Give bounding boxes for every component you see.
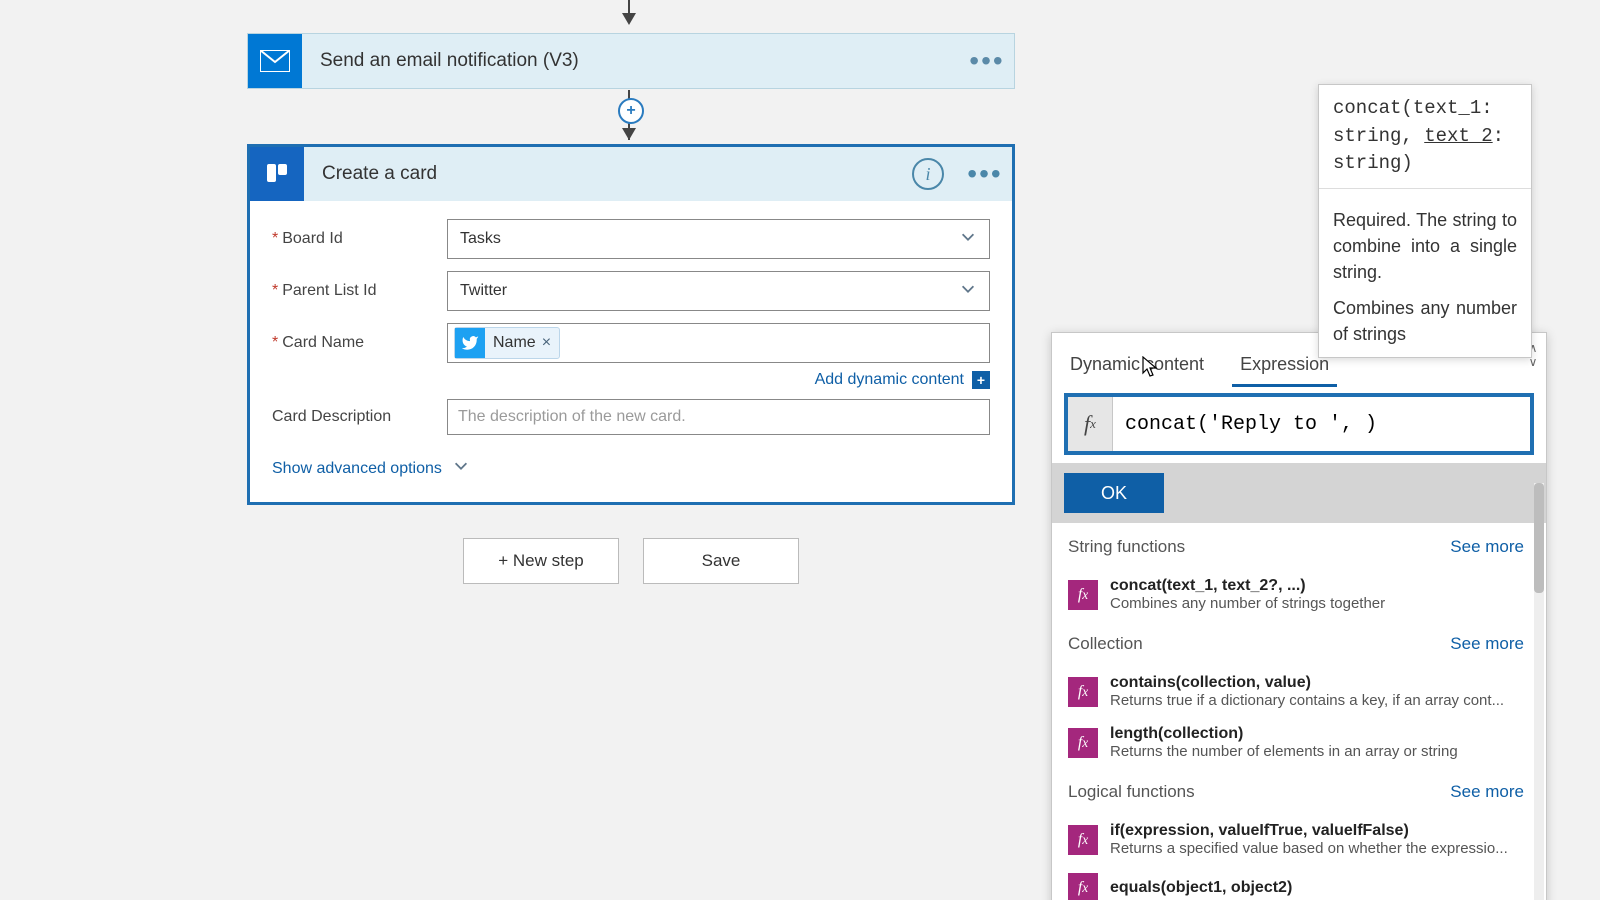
fx-icon: fx xyxy=(1068,580,1098,610)
ok-button[interactable]: OK xyxy=(1064,473,1164,513)
step-trello-card: Create a card i ••• *Board Id Tasks *Par… xyxy=(247,144,1015,505)
panel-scrollbar-track[interactable] xyxy=(1534,483,1544,900)
new-step-button[interactable]: + New step xyxy=(463,538,619,584)
function-signature: equals(object1, object2) xyxy=(1110,879,1292,897)
function-category-header: Logical functions See more xyxy=(1052,768,1546,814)
email-more-icon[interactable]: ••• xyxy=(960,34,1014,88)
trello-card-header[interactable]: Create a card i ••• xyxy=(250,147,1012,201)
function-item[interactable]: fx concat(text_1, text_2?, ...)Combines a… xyxy=(1052,569,1546,620)
tab-dynamic-content[interactable]: Dynamic content xyxy=(1052,340,1222,385)
parent-list-id-value: Twitter xyxy=(460,282,507,300)
card-description-label: Card Description xyxy=(272,408,447,426)
function-category-header: Collection See more xyxy=(1052,620,1546,666)
function-list[interactable]: String functions See more fx concat(text_1,… xyxy=(1052,523,1546,900)
token-remove-icon[interactable]: × xyxy=(542,334,551,352)
tooltip-param-desc: Required. The string to combine into a s… xyxy=(1319,189,1531,295)
function-item[interactable]: fx length(collection)Returns the number o… xyxy=(1052,717,1546,768)
category-name: String functions xyxy=(1068,537,1185,557)
save-button[interactable]: Save xyxy=(643,538,799,584)
info-icon[interactable]: i xyxy=(912,158,944,190)
expression-input-row: fx xyxy=(1064,393,1534,455)
board-id-label: *Board Id xyxy=(272,230,447,248)
mail-icon xyxy=(248,34,302,88)
panel-scrollbar-thumb[interactable] xyxy=(1534,483,1544,593)
function-category-header: String functions See more xyxy=(1052,523,1546,569)
dynamic-token-name[interactable]: Name × xyxy=(454,327,560,359)
show-advanced-options[interactable]: Show advanced options xyxy=(272,447,990,492)
step-trello-title: Create a card xyxy=(304,163,912,185)
see-more-link[interactable]: See more xyxy=(1450,537,1524,557)
chevron-down-icon xyxy=(959,228,977,251)
function-text: contains(collection, value)Returns true … xyxy=(1110,674,1504,709)
fx-icon: fx xyxy=(1068,677,1098,707)
function-description: Returns the number of elements in an arr… xyxy=(1110,743,1458,760)
trello-card-body: *Board Id Tasks *Parent List Id Twitter … xyxy=(250,201,1012,502)
function-item[interactable]: fx equals(object1, object2) xyxy=(1052,865,1546,900)
flow-footer-buttons: + New step Save xyxy=(247,538,1015,584)
fx-icon: fx xyxy=(1068,825,1098,855)
function-signature-tooltip: concat(text_1: string, text_2: string) R… xyxy=(1318,84,1532,358)
chevron-down-icon xyxy=(959,280,977,303)
fx-icon: fx xyxy=(1068,873,1098,900)
expression-input[interactable] xyxy=(1113,397,1530,451)
flow-arrow-in xyxy=(628,0,630,20)
function-item[interactable]: fx contains(collection, value)Returns tru… xyxy=(1052,666,1546,717)
add-dynamic-content-link[interactable]: Add dynamic content xyxy=(815,371,964,389)
trello-more-icon[interactable]: ••• xyxy=(958,147,1012,201)
card-name-input[interactable]: Name × xyxy=(447,323,990,363)
trello-icon xyxy=(250,147,304,201)
function-text: length(collection)Returns the number of … xyxy=(1110,725,1458,760)
insert-step-button[interactable]: + xyxy=(618,98,644,124)
parent-list-id-dropdown[interactable]: Twitter xyxy=(447,271,990,311)
step-email-title: Send an email notification (V3) xyxy=(302,50,960,72)
function-description: Returns a specified value based on wheth… xyxy=(1110,840,1508,857)
chevron-down-icon xyxy=(452,457,470,480)
function-signature: if(expression, valueIfTrue, valueIfFalse… xyxy=(1110,822,1508,840)
step-email-card[interactable]: Send an email notification (V3) ••• xyxy=(247,33,1015,89)
card-description-input[interactable]: The description of the new card. xyxy=(447,399,990,435)
see-more-link[interactable]: See more xyxy=(1450,782,1524,802)
function-signature: contains(collection, value) xyxy=(1110,674,1504,692)
function-text: concat(text_1, text_2?, ...)Combines any… xyxy=(1110,577,1385,612)
function-item[interactable]: fx if(expression, valueIfTrue, valueIfFal… xyxy=(1052,814,1546,865)
category-name: Logical functions xyxy=(1068,782,1195,802)
board-id-dropdown[interactable]: Tasks xyxy=(447,219,990,259)
expression-panel: Dynamic content Expression ∧∨ fx OK Stri… xyxy=(1051,332,1547,900)
fx-icon: fx xyxy=(1068,397,1113,451)
board-id-value: Tasks xyxy=(460,230,501,248)
function-signature: length(collection) xyxy=(1110,725,1458,743)
category-name: Collection xyxy=(1068,634,1143,654)
add-dynamic-content-icon[interactable]: + xyxy=(972,371,990,389)
function-signature: concat(text_1, text_2?, ...) xyxy=(1110,577,1385,595)
show-advanced-label: Show advanced options xyxy=(272,460,442,478)
parent-list-id-label: *Parent List Id xyxy=(272,282,447,300)
function-text: if(expression, valueIfTrue, valueIfFalse… xyxy=(1110,822,1508,857)
token-label: Name xyxy=(493,334,536,352)
function-description: Returns true if a dictionary contains a … xyxy=(1110,692,1504,709)
tooltip-func-desc: Combines any number of strings xyxy=(1319,295,1531,357)
function-text: equals(object1, object2) xyxy=(1110,879,1292,897)
card-name-label: *Card Name xyxy=(272,334,447,352)
twitter-icon xyxy=(455,328,485,358)
tooltip-signature: concat(text_1: string, text_2: string) xyxy=(1319,85,1531,189)
see-more-link[interactable]: See more xyxy=(1450,634,1524,654)
fx-icon: fx xyxy=(1068,728,1098,758)
function-description: Combines any number of strings together xyxy=(1110,595,1385,612)
